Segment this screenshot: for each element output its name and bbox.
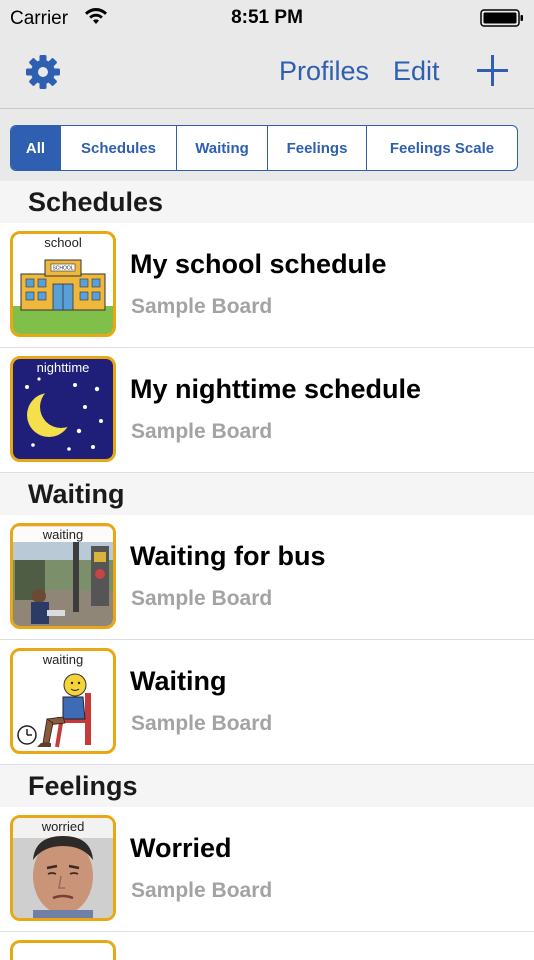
status-bar: Carrier 8:51 PM — [0, 0, 534, 36]
filter-bar: All Schedules Waiting Feelings Feelings … — [0, 109, 534, 181]
board-thumbnail: worried — [10, 815, 116, 921]
list-item-partial[interactable] — [0, 932, 534, 960]
filter-feelings-scale[interactable]: Feelings Scale — [367, 126, 517, 170]
add-icon[interactable] — [476, 54, 509, 87]
board-thumbnail — [10, 940, 116, 960]
clock: 8:51 PM — [231, 7, 303, 28]
board-title: My school schedule — [130, 249, 387, 279]
list-item[interactable]: waiting Waiting for bus Sample Board — [0, 515, 534, 640]
battery-icon — [480, 9, 523, 27]
filter-segmented-control: All Schedules Waiting Feelings Feelings … — [10, 125, 518, 171]
board-thumbnail: waiting — [10, 648, 116, 754]
filter-waiting[interactable]: Waiting — [177, 126, 268, 170]
thumbnail-label: nighttime — [36, 360, 90, 375]
board-thumbnail: SCHOOL school — [10, 231, 116, 337]
profiles-button[interactable]: Profiles — [279, 56, 369, 87]
board-subtitle: Sample Board — [131, 879, 273, 902]
board-title: Waiting — [130, 666, 227, 696]
filter-feelings[interactable]: Feelings — [268, 126, 367, 170]
thumbnail-label: waiting — [42, 652, 84, 667]
gear-icon[interactable] — [25, 54, 61, 90]
section-header-waiting: Waiting — [0, 473, 534, 515]
board-subtitle: Sample Board — [131, 295, 273, 318]
section-header-feelings: Feelings — [0, 765, 534, 807]
filter-all[interactable]: All — [11, 126, 61, 170]
school-sign-text: SCHOOL — [52, 266, 73, 272]
board-title: Waiting for bus — [130, 541, 326, 571]
board-thumbnail: nighttime — [10, 356, 116, 462]
thumbnail-label: worried — [13, 819, 113, 834]
thumbnail-label: waiting — [13, 527, 113, 542]
board-subtitle: Sample Board — [131, 420, 273, 443]
nav-bar: Profiles Edit — [0, 36, 534, 109]
board-thumbnail: waiting — [10, 523, 116, 629]
filter-schedules[interactable]: Schedules — [61, 126, 177, 170]
list-item[interactable]: nighttime My nighttime schedule Sample B… — [0, 348, 534, 473]
board-title: Worried — [130, 833, 232, 863]
list-item[interactable]: SCHOOL school My school schedule Sample … — [0, 223, 534, 348]
thumbnail-label: school — [44, 235, 82, 250]
board-subtitle: Sample Board — [131, 587, 273, 610]
list-item[interactable]: worried Worried Sample Board — [0, 807, 534, 932]
section-header-schedules: Schedules — [0, 181, 534, 223]
list-item[interactable]: waiting Waiting Sample Board — [0, 640, 534, 765]
board-title: My nighttime schedule — [130, 374, 422, 404]
board-subtitle: Sample Board — [131, 712, 273, 735]
edit-button[interactable]: Edit — [393, 56, 440, 87]
